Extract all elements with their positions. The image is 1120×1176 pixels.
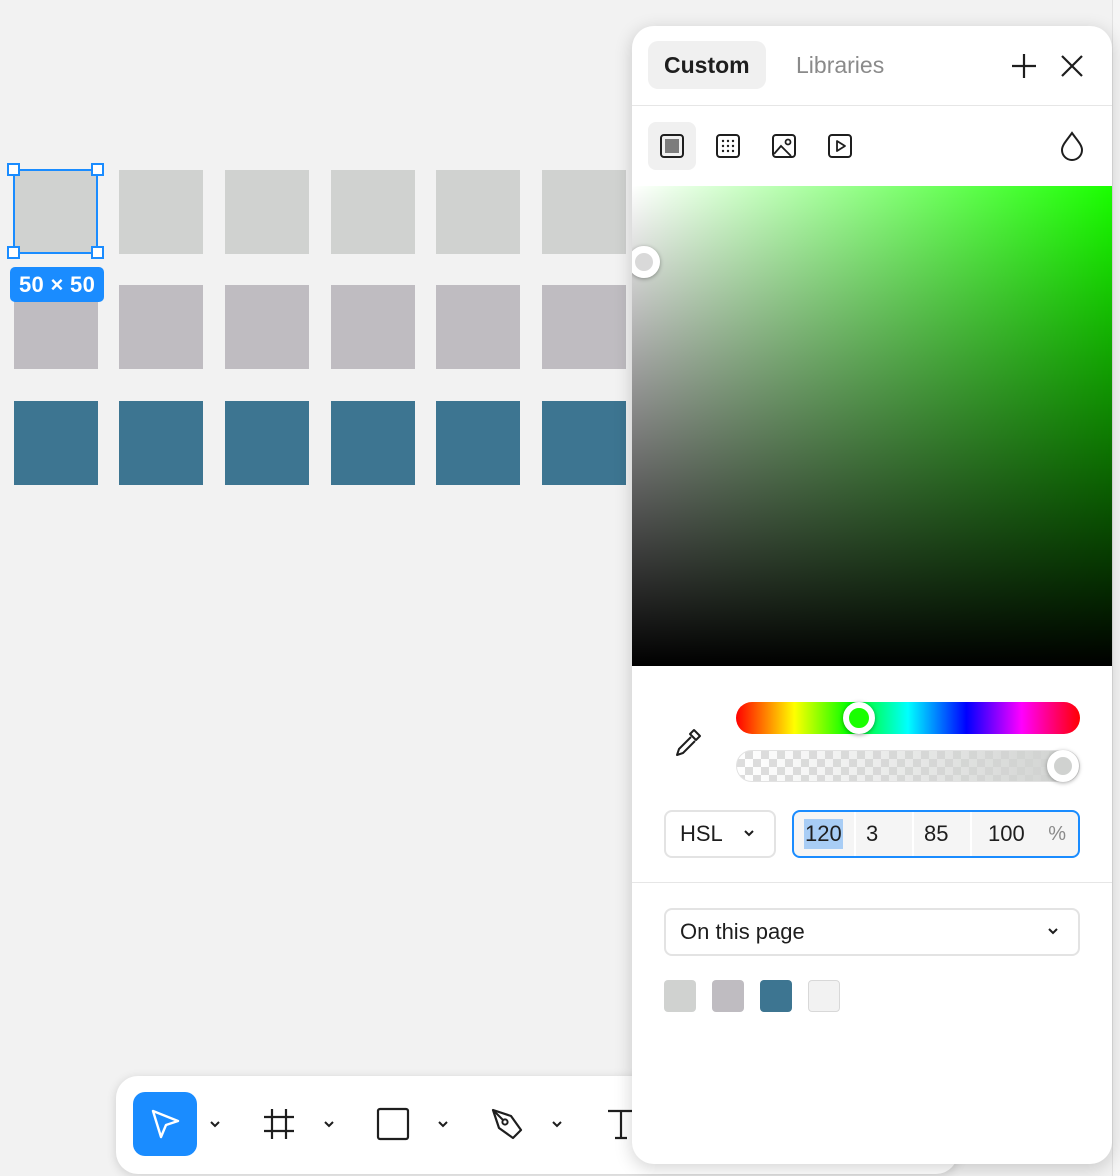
selection-size-badge: 50 × 50 xyxy=(10,267,105,302)
add-button[interactable] xyxy=(1008,52,1040,80)
opacity-slider[interactable] xyxy=(736,750,1080,782)
resize-handle-top-left[interactable] xyxy=(7,163,20,176)
eyedropper-icon xyxy=(676,729,701,756)
resize-handle-bottom-right[interactable] xyxy=(91,246,104,259)
hue-input[interactable]: 120 xyxy=(804,812,854,856)
selection-frame[interactable] xyxy=(13,169,98,254)
pen-tool-chevron-icon[interactable] xyxy=(547,1114,567,1134)
rect-row3-col2[interactable] xyxy=(119,401,203,485)
chevron-down-icon xyxy=(744,830,754,837)
rect-row1-col2[interactable] xyxy=(119,170,203,254)
opacity-input[interactable]: 100 xyxy=(988,812,1038,856)
close-icon xyxy=(1061,55,1083,77)
rect-row2-col6[interactable] xyxy=(542,285,626,369)
tab-custom[interactable]: Custom xyxy=(648,41,766,89)
frame-tool-chevron-icon[interactable] xyxy=(319,1114,339,1134)
frame-tool-button[interactable] xyxy=(247,1092,311,1156)
rect-row3-col4[interactable] xyxy=(331,401,415,485)
shape-tool-chevron-icon[interactable] xyxy=(433,1114,453,1134)
lightness-input[interactable]: 85 xyxy=(924,812,974,856)
solid-fill-button[interactable] xyxy=(648,122,696,170)
resize-handle-top-right[interactable] xyxy=(91,163,104,176)
saturation-value: 3 xyxy=(866,821,879,846)
hue-slider[interactable] xyxy=(736,702,1080,734)
panel-tabs: Custom Libraries xyxy=(632,26,1112,106)
right-sidebar-edge xyxy=(1112,0,1120,1176)
resize-handle-bottom-left[interactable] xyxy=(7,246,20,259)
color-picker-panel: Custom Libraries HSL 120 3 85 100 % On t… xyxy=(632,26,1112,1164)
opacity-slider-handle[interactable] xyxy=(1047,750,1079,782)
saturation-brightness-area[interactable] xyxy=(632,186,1112,666)
opacity-value: 100 xyxy=(988,821,1025,846)
image-fill-icon xyxy=(772,134,796,158)
rect-row3-col3[interactable] xyxy=(225,401,309,485)
fill-type-row xyxy=(632,106,1112,186)
rect-row1-col4[interactable] xyxy=(331,170,415,254)
pen-tool-button[interactable] xyxy=(475,1092,539,1156)
frame-icon xyxy=(264,1109,294,1139)
plus-icon xyxy=(1012,54,1036,78)
rect-row2-col3[interactable] xyxy=(225,285,309,369)
image-fill-button[interactable] xyxy=(760,122,808,170)
move-tool-button[interactable] xyxy=(133,1092,197,1156)
rect-row3-col5[interactable] xyxy=(436,401,520,485)
hue-slider-handle[interactable] xyxy=(843,702,875,734)
canvas[interactable]: 50 × 50 xyxy=(0,0,632,1176)
eyedropper-button[interactable] xyxy=(668,722,708,762)
rect-row1-col3[interactable] xyxy=(225,170,309,254)
swatch[interactable] xyxy=(760,980,792,1012)
tab-libraries[interactable]: Libraries xyxy=(780,41,900,89)
color-values-input-group: 120 3 85 100 % xyxy=(792,810,1080,858)
solid-fill-icon xyxy=(660,134,684,158)
chevron-down-icon xyxy=(1048,928,1058,935)
hue-value: 120 xyxy=(804,819,843,849)
panel-divider xyxy=(632,882,1112,883)
swatch-source-select[interactable]: On this page xyxy=(664,908,1080,956)
video-fill-button[interactable] xyxy=(816,122,864,170)
swatch[interactable] xyxy=(808,980,840,1012)
value-separator xyxy=(970,812,972,856)
saturation-brightness-handle[interactable] xyxy=(632,246,660,278)
saturation-input[interactable]: 3 xyxy=(866,812,910,856)
lightness-value: 85 xyxy=(924,821,949,846)
cursor-icon xyxy=(151,1109,180,1139)
rect-row1-col5[interactable] xyxy=(436,170,520,254)
swatch[interactable] xyxy=(664,980,696,1012)
rectangle-icon xyxy=(376,1107,410,1141)
percent-unit: % xyxy=(1048,823,1066,845)
pen-icon xyxy=(491,1108,523,1140)
rect-row2-col5[interactable] xyxy=(436,285,520,369)
rect-row2-col4[interactable] xyxy=(331,285,415,369)
gradient-fill-icon xyxy=(716,134,740,158)
rect-row2-col2[interactable] xyxy=(119,285,203,369)
swatch[interactable] xyxy=(712,980,744,1012)
value-separator xyxy=(912,812,914,856)
shape-tool-button[interactable] xyxy=(361,1092,425,1156)
drop-icon xyxy=(1060,131,1084,161)
move-tool-chevron-icon[interactable] xyxy=(205,1114,225,1134)
color-mode-label: HSL xyxy=(680,821,723,846)
video-fill-icon xyxy=(828,134,852,158)
blend-mode-button[interactable] xyxy=(1048,122,1096,170)
rect-row3-col1[interactable] xyxy=(14,401,98,485)
value-separator xyxy=(854,812,856,856)
color-mode-select[interactable]: HSL xyxy=(664,810,776,858)
rect-row3-col6[interactable] xyxy=(542,401,626,485)
rect-row1-col6[interactable] xyxy=(542,170,626,254)
gradient-fill-button[interactable] xyxy=(704,122,752,170)
swatch-source-label: On this page xyxy=(680,919,805,944)
close-button[interactable] xyxy=(1056,52,1088,80)
